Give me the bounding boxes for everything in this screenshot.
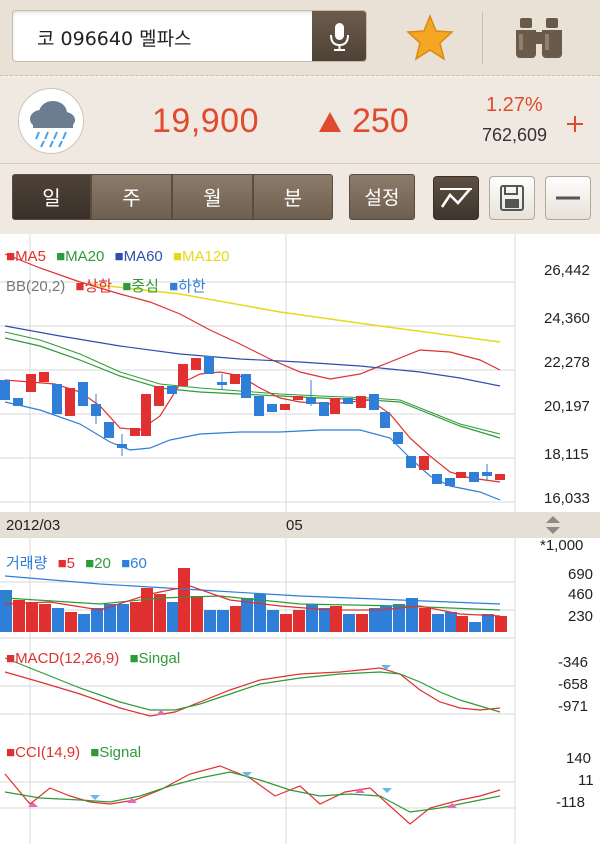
date-label-1: 05 bbox=[286, 517, 303, 534]
macd-signal-legend-item: ■Singal bbox=[129, 650, 181, 667]
candlesticks bbox=[0, 356, 505, 486]
price-tick-4: 18,115 bbox=[544, 446, 589, 463]
cci-tick-1: 11 bbox=[578, 772, 594, 789]
settings-button[interactable]: 설정 bbox=[349, 174, 415, 220]
resize-handle-icon[interactable] bbox=[542, 514, 564, 536]
bb-center-legend-label: 중심 bbox=[131, 278, 159, 295]
tab-monthly[interactable]: 월 bbox=[172, 174, 253, 220]
macd-legend-item: ■MACD(12,26,9) bbox=[6, 650, 120, 667]
chart-toolbar: 일 주 월 분 설정 bbox=[0, 164, 600, 234]
cci-legend-label: CCI(14,9) bbox=[15, 744, 81, 761]
tab-weekly[interactable]: 주 bbox=[91, 174, 172, 220]
search-stock-button[interactable] bbox=[510, 14, 568, 62]
volume-title: 거래량 bbox=[6, 555, 48, 572]
microphone-icon bbox=[330, 23, 349, 51]
ma120-legend-label: MA120 bbox=[181, 248, 230, 265]
stock-chart[interactable]: ■MA5 ■MA20 ■MA60 ■MA120 BB(20,2) ■상한 ■중심… bbox=[0, 234, 600, 844]
price-tick-1: 24,360 bbox=[544, 310, 590, 327]
bb-label: BB(20,2) bbox=[6, 278, 66, 295]
macd-line bbox=[4, 667, 501, 717]
volume-ma5-label: 5 bbox=[66, 555, 75, 572]
plus-icon[interactable] bbox=[566, 114, 584, 134]
ma-legend: ■MA5 ■MA20 ■MA60 ■MA120 bbox=[6, 248, 236, 265]
volume-tick-1: 460 bbox=[568, 586, 594, 603]
search-input[interactable]: 코 096640 멜파스 bbox=[12, 10, 367, 62]
cci-tick-2: -118 bbox=[556, 794, 585, 811]
cci-legend-item: ■CCI(14,9) bbox=[6, 744, 81, 761]
volume-ma60-legend: ■60 bbox=[121, 555, 147, 572]
divider bbox=[482, 12, 483, 64]
ma60-legend-label: MA60 bbox=[123, 248, 163, 265]
volume-legend: 거래량 ■5 ■20 ■60 bbox=[6, 552, 153, 573]
cci-signal-legend-label: Signal bbox=[99, 744, 142, 761]
cci-signal-line bbox=[4, 771, 501, 813]
cci-sell-marker-2 bbox=[242, 772, 252, 777]
microphone-button[interactable] bbox=[312, 11, 366, 61]
macd-legend: ■MACD(12,26,9) ■Singal bbox=[6, 650, 186, 667]
date-label-0: 2012/03 bbox=[6, 517, 61, 534]
trade-volume: 762,609 bbox=[482, 125, 548, 145]
price-tick-0: 26,442 bbox=[544, 262, 590, 279]
cci-tick-0: 140 bbox=[566, 750, 592, 767]
volume-ma5-legend: ■5 bbox=[57, 555, 75, 572]
bb-upper-legend-label: 상한 bbox=[84, 278, 113, 295]
cci-legend: ■CCI(14,9) ■Signal bbox=[6, 744, 147, 761]
stock-app: 코 096640 멜파스 19,900 250 1.27% 762,609 일 … bbox=[0, 0, 600, 844]
star-icon bbox=[406, 13, 454, 61]
price-tick-3: 20,197 bbox=[544, 398, 590, 415]
ma5-legend: ■MA5 bbox=[6, 248, 46, 265]
macd-tick-1: -658 bbox=[558, 676, 589, 693]
ma5-legend-label: MA5 bbox=[15, 248, 46, 265]
zoom-out-button[interactable] bbox=[545, 176, 591, 220]
cci-line bbox=[4, 765, 501, 825]
search-query: 코 096640 멜파스 bbox=[37, 28, 192, 50]
ma60-line bbox=[4, 325, 501, 387]
minus-icon bbox=[556, 196, 580, 200]
macd-tick-0: -346 bbox=[558, 654, 589, 671]
volume-ma20-legend: ■20 bbox=[85, 555, 111, 572]
volume-ma20-label: 20 bbox=[94, 555, 111, 572]
macd-tick-2: -971 bbox=[558, 698, 589, 715]
draw-trendline-button[interactable] bbox=[433, 176, 479, 220]
binoculars-icon bbox=[516, 18, 562, 58]
save-icon bbox=[500, 185, 524, 211]
weather-indicator[interactable] bbox=[18, 88, 84, 154]
ma120-legend: ■MA120 bbox=[172, 248, 230, 265]
bb-lower-legend-label: 하한 bbox=[178, 278, 206, 295]
top-bar: 코 096640 멜파스 bbox=[0, 0, 600, 76]
volume-tick-0: 690 bbox=[568, 566, 594, 583]
ma20-legend-label: MA20 bbox=[65, 248, 105, 265]
up-triangle-icon bbox=[319, 112, 341, 132]
price-tick-2: 22,278 bbox=[544, 354, 590, 371]
change-percent: 1.27% bbox=[486, 94, 543, 116]
price-change: 250 bbox=[352, 102, 409, 140]
trendline-icon bbox=[440, 188, 472, 208]
bb-upper-legend: ■상한 bbox=[75, 278, 113, 295]
save-chart-button[interactable] bbox=[489, 176, 535, 220]
cci-signal-legend-item: ■Signal bbox=[90, 744, 142, 761]
quote-bar: 19,900 250 1.27% 762,609 bbox=[0, 78, 600, 164]
volume-ma60-label: 60 bbox=[130, 555, 147, 572]
macd-buy-marker bbox=[156, 710, 166, 715]
bb-legend: BB(20,2) ■상한 ■중심 ■하한 bbox=[6, 275, 212, 296]
rain-cloud-icon bbox=[30, 101, 75, 148]
cci-sell-marker-1 bbox=[90, 795, 100, 800]
macd-legend-label: MACD(12,26,9) bbox=[15, 650, 120, 667]
tab-daily[interactable]: 일 bbox=[12, 174, 91, 220]
price-tick-5: 16,033 bbox=[544, 490, 590, 507]
bb-center-legend: ■중심 bbox=[122, 278, 159, 295]
macd-signal-legend-label: Singal bbox=[138, 650, 181, 667]
bb-lower-line bbox=[4, 401, 501, 501]
ma60-legend: ■MA60 bbox=[114, 248, 163, 265]
volume-bars bbox=[0, 568, 507, 632]
ma20-legend: ■MA20 bbox=[56, 248, 105, 265]
current-price: 19,900 bbox=[152, 102, 259, 140]
tab-minute[interactable]: 분 bbox=[253, 174, 333, 220]
cci-sell-marker-3 bbox=[382, 788, 392, 793]
favorite-button[interactable] bbox=[404, 12, 456, 64]
volume-tick-2: 230 bbox=[568, 608, 594, 625]
bb-lower-legend: ■하한 bbox=[169, 278, 206, 295]
volume-unit: *1,000 bbox=[540, 537, 584, 554]
